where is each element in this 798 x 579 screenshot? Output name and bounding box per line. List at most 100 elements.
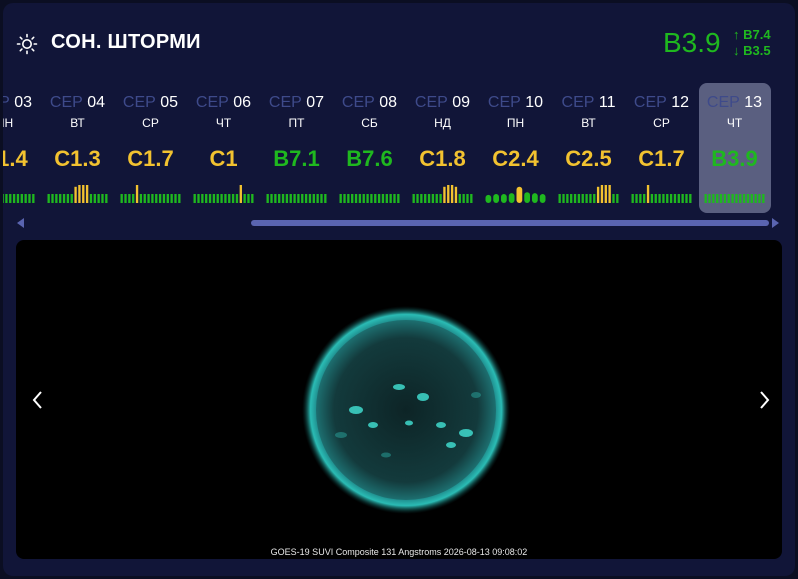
sparkline-bar	[443, 186, 446, 203]
day-column[interactable]: СЕР 07 ПТ B7.1	[260, 83, 333, 217]
sparkline-bar	[228, 194, 231, 203]
sparkline-bar	[220, 194, 223, 203]
day-number: 07	[306, 94, 325, 111]
sparkline-bar	[447, 185, 450, 203]
sparkline-bar	[427, 194, 431, 203]
sparkline-bar	[466, 194, 469, 203]
arrow-down-icon: ↓	[733, 43, 740, 58]
sparkline-bar	[155, 194, 158, 203]
sparkline-bar	[704, 194, 707, 203]
day-column[interactable]: СЕР 13 ЧТ B3.9	[698, 83, 771, 217]
high-low-values: ↑ B7.4 ↓ B3.5	[733, 27, 771, 59]
sparkline-bar	[105, 194, 108, 203]
day-number: 08	[379, 94, 398, 111]
sparkline-bar	[577, 194, 581, 203]
day-column[interactable]: СЕР 04 ВТ C1.3	[41, 83, 114, 217]
sparkline-bar	[643, 194, 646, 203]
day-column[interactable]: СЕР 09 НД C1.8	[406, 83, 479, 217]
sparkline-bar	[669, 194, 673, 203]
sparkline-bar	[381, 194, 385, 203]
sparkline-bar	[612, 194, 615, 203]
day-weekday: СБ	[361, 116, 378, 130]
sparkline-bar	[308, 194, 312, 203]
sparkline-bar	[197, 194, 200, 203]
high-value-row: ↑ B7.4	[733, 27, 771, 43]
sparkline-bar	[658, 194, 661, 203]
day-column[interactable]: СЕР 12 СР C1.7	[625, 83, 698, 217]
sparkline-bar	[266, 194, 269, 203]
previous-image-button[interactable]	[28, 388, 48, 412]
day-number: 05	[160, 94, 179, 111]
day-date: СЕР 03	[3, 94, 41, 112]
scroll-left-arrow-icon[interactable]	[17, 218, 24, 228]
sparkline-bar	[12, 194, 16, 203]
scroll-right-arrow-icon[interactable]	[772, 218, 779, 228]
sparkline-bar	[74, 186, 77, 203]
day-date: СЕР 08	[333, 94, 406, 112]
sparkline-bar	[377, 194, 381, 203]
sparkline-bar	[324, 194, 327, 203]
sparkline-bar	[470, 194, 473, 203]
sparkline-bar	[347, 194, 350, 203]
flux-sparkline	[333, 181, 406, 207]
day-weekday: ВТ	[581, 116, 596, 130]
sparkline-bar	[147, 194, 150, 203]
scrollbar-thumb[interactable]	[251, 220, 769, 226]
sparkline-bar	[424, 194, 427, 203]
high-value: B7.4	[743, 27, 771, 42]
day-number: 12	[671, 94, 690, 111]
sparkline-bar	[754, 194, 757, 203]
sparkline-svg	[339, 194, 400, 203]
day-column[interactable]: СЕР 10 ПН C2.4	[479, 83, 552, 217]
sparkline-bar	[416, 194, 419, 203]
sparkline-bar	[5, 194, 8, 203]
sparkline-bar	[16, 194, 20, 203]
flux-sparkline	[698, 181, 771, 207]
day-month: СЕР	[49, 94, 83, 111]
day-flux-value: C1.7	[638, 146, 685, 171]
day-month: СЕР	[706, 94, 740, 111]
day-month: СЕР	[633, 94, 667, 111]
sparkline-bar	[758, 194, 761, 203]
day-date: СЕР 06	[187, 94, 260, 112]
sparkline-bar	[128, 194, 131, 203]
sparkline-bar	[616, 194, 619, 203]
page-title: СОН. ШТОРМИ	[51, 31, 201, 53]
sparkline-bar	[281, 194, 285, 203]
sparkline-bar	[750, 194, 753, 203]
sparkline-bar	[24, 194, 27, 203]
sparkline-bar	[358, 194, 362, 203]
sparkline-bar	[493, 194, 499, 203]
sparkline-bar	[132, 194, 135, 203]
next-image-button[interactable]	[754, 388, 774, 412]
sparkline-bar	[739, 194, 742, 203]
day-flux-value: C1.3	[54, 146, 101, 171]
flux-sparkline	[479, 181, 552, 207]
sparkline-svg	[266, 194, 327, 203]
sparkline-svg	[412, 185, 473, 203]
sparkline-bar	[608, 185, 611, 203]
sparkline-bar	[731, 194, 734, 203]
day-strip[interactable]: СЕР 03ПНC1.4СЕР 04ВТC1.3СЕР 05СРC1.7СЕР …	[3, 83, 795, 217]
day-month: СЕР	[122, 94, 156, 111]
sparkline-bar	[573, 194, 577, 203]
sparkline-bar	[412, 194, 415, 203]
day-column[interactable]: СЕР 08 СБ B7.6	[333, 83, 406, 217]
sparkline-bar	[666, 194, 669, 203]
sparkline-bar	[485, 194, 492, 203]
sparkline-bar	[239, 185, 242, 203]
sparkline-bar	[316, 194, 319, 203]
sparkline-bar	[508, 193, 515, 203]
day-column[interactable]: СЕР 11 ВТ C2.5	[552, 83, 625, 217]
day-column[interactable]: СЕР 03ПНC1.4	[3, 83, 41, 217]
day-column[interactable]: СЕР 05 СР C1.7	[114, 83, 187, 217]
sparkline-bar	[746, 194, 750, 203]
sparkline-bar	[539, 194, 546, 203]
sparkline-bar	[166, 194, 169, 203]
flux-sparkline	[406, 181, 479, 207]
scrollbar-track[interactable]	[29, 220, 769, 226]
day-column[interactable]: СЕР 06 ЧТ C1	[187, 83, 260, 217]
day-weekday: ЧТ	[726, 116, 743, 130]
sparkline-bar	[719, 194, 723, 203]
sparkline-bar	[78, 185, 81, 203]
